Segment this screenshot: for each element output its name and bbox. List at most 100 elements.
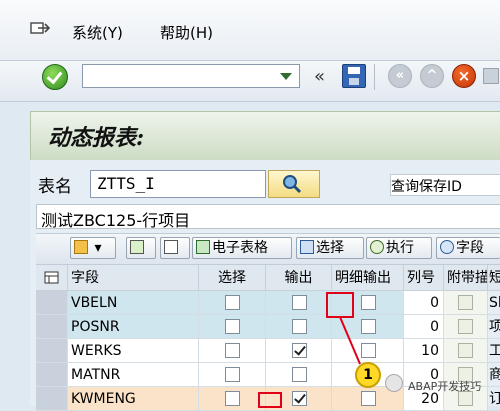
field-name-cell: VBELN (68, 291, 199, 315)
magnifier-icon (283, 175, 302, 194)
layout-button[interactable]: ▾ (70, 237, 116, 259)
table-row: POSNR 0 项 (36, 315, 500, 339)
field-name-cell: KWMENG (68, 387, 199, 411)
layout-button-label: ▾ (94, 240, 102, 256)
select-cell (199, 339, 266, 363)
short-text-cell: 工 (488, 339, 500, 363)
grid-settings-cell[interactable] (36, 265, 68, 291)
toolbar-separator (374, 64, 375, 90)
print-icon[interactable] (483, 68, 499, 84)
deselect-all-icon (164, 240, 178, 254)
header-output[interactable]: 输出 (266, 265, 332, 291)
layout-grid-icon (74, 240, 88, 254)
dropdown-arrow-icon[interactable] (280, 73, 292, 80)
command-field[interactable] (82, 64, 300, 88)
extra-desc-cell (444, 315, 488, 339)
deselect-all-button[interactable] (160, 237, 190, 259)
extra-desc-checkbox[interactable] (458, 319, 473, 334)
column-no-cell[interactable]: 0 (404, 315, 444, 339)
save-icon[interactable] (342, 64, 366, 88)
output-checkbox[interactable] (291, 367, 307, 382)
output-cell (266, 315, 332, 339)
select-checkbox[interactable] (225, 295, 240, 310)
row-selector[interactable] (36, 315, 68, 339)
connector-line (339, 316, 361, 365)
extra-desc-cell (444, 291, 488, 315)
detail-output-checkbox[interactable] (360, 295, 376, 310)
row-selector[interactable] (36, 291, 68, 315)
output-cell (266, 339, 332, 363)
table-row: VBELN 0 Sl (36, 291, 500, 315)
header-select[interactable]: 选择 (199, 265, 266, 291)
back-icon[interactable]: « (388, 64, 412, 88)
output-checkbox[interactable] (291, 391, 307, 406)
menu-help[interactable]: 帮助(H) (160, 22, 213, 43)
field-name-cell: MATNR (68, 363, 199, 387)
extra-desc-cell (444, 339, 488, 363)
short-text-cell: 商 (488, 363, 500, 387)
field-name-cell: POSNR (68, 315, 199, 339)
select-all-button[interactable] (126, 237, 156, 259)
spreadsheet-icon (196, 240, 210, 254)
select-cell (199, 387, 266, 411)
back-double-arrow-icon[interactable]: « (314, 66, 325, 87)
fields-label: 字段 (456, 240, 484, 256)
row-selector[interactable] (36, 363, 68, 387)
select-checkbox[interactable] (225, 319, 240, 334)
execute-label: 执行 (386, 240, 414, 256)
output-cell (266, 363, 332, 387)
select-cell (199, 363, 266, 387)
spreadsheet-label: 电子表格 (212, 240, 268, 256)
select-all-icon (130, 240, 144, 254)
watermark-logo-icon (385, 374, 403, 392)
highlight-box (326, 292, 354, 318)
header-column-no[interactable]: 列号 (404, 265, 444, 291)
header-short[interactable]: 短 (488, 265, 500, 291)
header-field[interactable]: 字段 (68, 265, 199, 291)
header-detail-output[interactable]: 明细输出 (332, 265, 404, 291)
select-label: 选择 (316, 240, 344, 256)
output-checkbox[interactable] (291, 295, 307, 310)
detail-output-checkbox[interactable] (360, 391, 376, 406)
spreadsheet-button[interactable]: 电子表格 (192, 237, 292, 259)
select-checkbox[interactable] (225, 367, 240, 382)
select-checkbox[interactable] (225, 343, 240, 358)
fields-button[interactable]: 字段 (436, 237, 500, 259)
column-no-cell[interactable]: 10 (404, 339, 444, 363)
row-selector[interactable] (36, 339, 68, 363)
short-text-cell: Sl (488, 291, 500, 315)
extra-desc-checkbox[interactable] (458, 343, 473, 358)
field-name-cell: WERKS (68, 339, 199, 363)
watermark: ABAP开发技巧 (408, 380, 482, 393)
menu-system[interactable]: 系统(Y) (72, 22, 123, 43)
filter-icon (300, 240, 314, 254)
select-cell (199, 315, 266, 339)
table-row: WERKS 10 工 (36, 339, 500, 363)
step-marker: 1 (355, 362, 381, 388)
select-checkbox[interactable] (225, 391, 240, 406)
enter-check-icon[interactable] (42, 64, 68, 90)
exit-icon[interactable]: ^ (420, 64, 444, 88)
output-checkbox[interactable] (291, 319, 307, 334)
output-cell (266, 291, 332, 315)
table-description: 测试ZBC125-行项目 (36, 204, 500, 230)
page-title: 动态报表: (48, 125, 145, 151)
short-text-cell: 订 (488, 387, 500, 411)
short-text-cell: 项 (488, 315, 500, 339)
refresh-icon (440, 240, 454, 254)
grid-settings-icon (44, 271, 59, 284)
header-extra-desc[interactable]: 附带描述 (444, 265, 488, 291)
select-cell (199, 291, 266, 315)
output-checkbox[interactable] (291, 343, 307, 358)
column-no-cell[interactable]: 0 (404, 291, 444, 315)
extra-desc-checkbox[interactable] (458, 295, 473, 310)
select-button[interactable]: 选择 (296, 237, 364, 259)
table-name-input[interactable]: ZTTS_I (90, 170, 266, 198)
execute-icon (370, 240, 384, 254)
execute-button[interactable]: 执行 (366, 237, 432, 259)
row-selector[interactable] (36, 387, 68, 411)
cancel-icon[interactable]: × (452, 64, 476, 88)
table-search-button[interactable] (268, 170, 320, 198)
menu-exit-icon[interactable] (30, 20, 51, 36)
query-save-id-label: 查询保存ID (390, 174, 500, 196)
